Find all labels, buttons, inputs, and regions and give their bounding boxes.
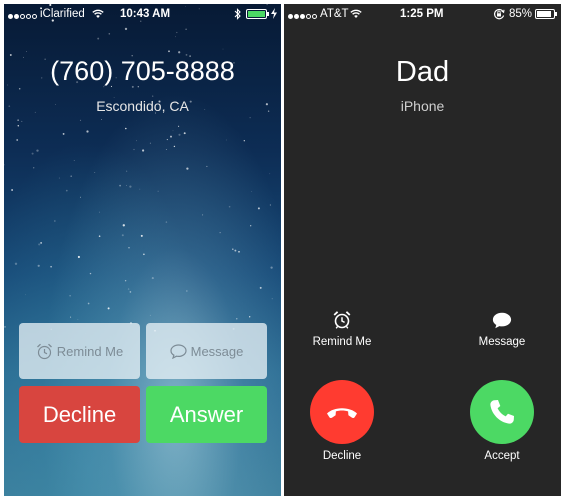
clock: 1:25 PM	[400, 8, 444, 20]
decline-label: Decline	[42, 401, 117, 427]
caller-device: iPhone	[400, 98, 445, 114]
status-bar: AT&T 1:25 PM 85%	[284, 4, 561, 24]
message-label: Message	[190, 343, 244, 359]
incoming-call-screen-ios7: AT&T 1:25 PM 85% Dad iPhone Remind Me Me…	[284, 4, 561, 496]
decline-button[interactable]: Decline	[19, 386, 140, 443]
battery-percent: 85%	[509, 8, 533, 20]
remind-me-button[interactable]: Remind Me	[292, 336, 392, 348]
phone-icon	[490, 400, 514, 424]
alarm-clock-icon[interactable]	[332, 310, 352, 330]
status-bar: iClarified 10:43 AM	[4, 4, 281, 24]
decline-label: Decline	[322, 450, 362, 462]
rotation-lock-icon	[494, 8, 505, 20]
incoming-call-screen-ios7-beta: iClarified 10:43 AM (760) 705-8888 Escon…	[4, 4, 281, 496]
message-button[interactable]: Message	[146, 323, 267, 379]
signal-strength-icon	[288, 10, 318, 22]
charging-bolt-icon	[271, 8, 277, 19]
wifi-icon	[92, 9, 104, 18]
decline-button[interactable]	[310, 380, 374, 444]
remind-me-label: Remind Me	[56, 343, 124, 359]
accept-label: Accept	[484, 450, 520, 462]
phone-hangup-icon	[327, 408, 357, 418]
speech-bubble-icon[interactable]	[492, 312, 512, 329]
clock: 10:43 AM	[120, 8, 171, 20]
battery-icon	[246, 9, 269, 19]
battery-icon	[535, 9, 557, 19]
speech-bubble-icon	[170, 343, 187, 359]
bluetooth-icon	[234, 8, 241, 20]
signal-strength-icon	[8, 10, 38, 22]
message-button[interactable]: Message	[452, 336, 552, 348]
wifi-icon	[350, 9, 362, 18]
answer-label: Answer	[169, 401, 244, 427]
caller-location: Escondido, CA	[96, 98, 189, 114]
caller-name: Dad	[395, 56, 450, 88]
accept-button[interactable]	[470, 380, 534, 444]
remind-me-button[interactable]: Remind Me	[19, 323, 140, 379]
caller-number: (760) 705-8888	[50, 56, 235, 86]
answer-button[interactable]: Answer	[146, 386, 267, 443]
carrier-name: AT&T	[320, 8, 349, 20]
alarm-clock-icon	[36, 343, 52, 359]
carrier-name: iClarified	[40, 8, 85, 20]
